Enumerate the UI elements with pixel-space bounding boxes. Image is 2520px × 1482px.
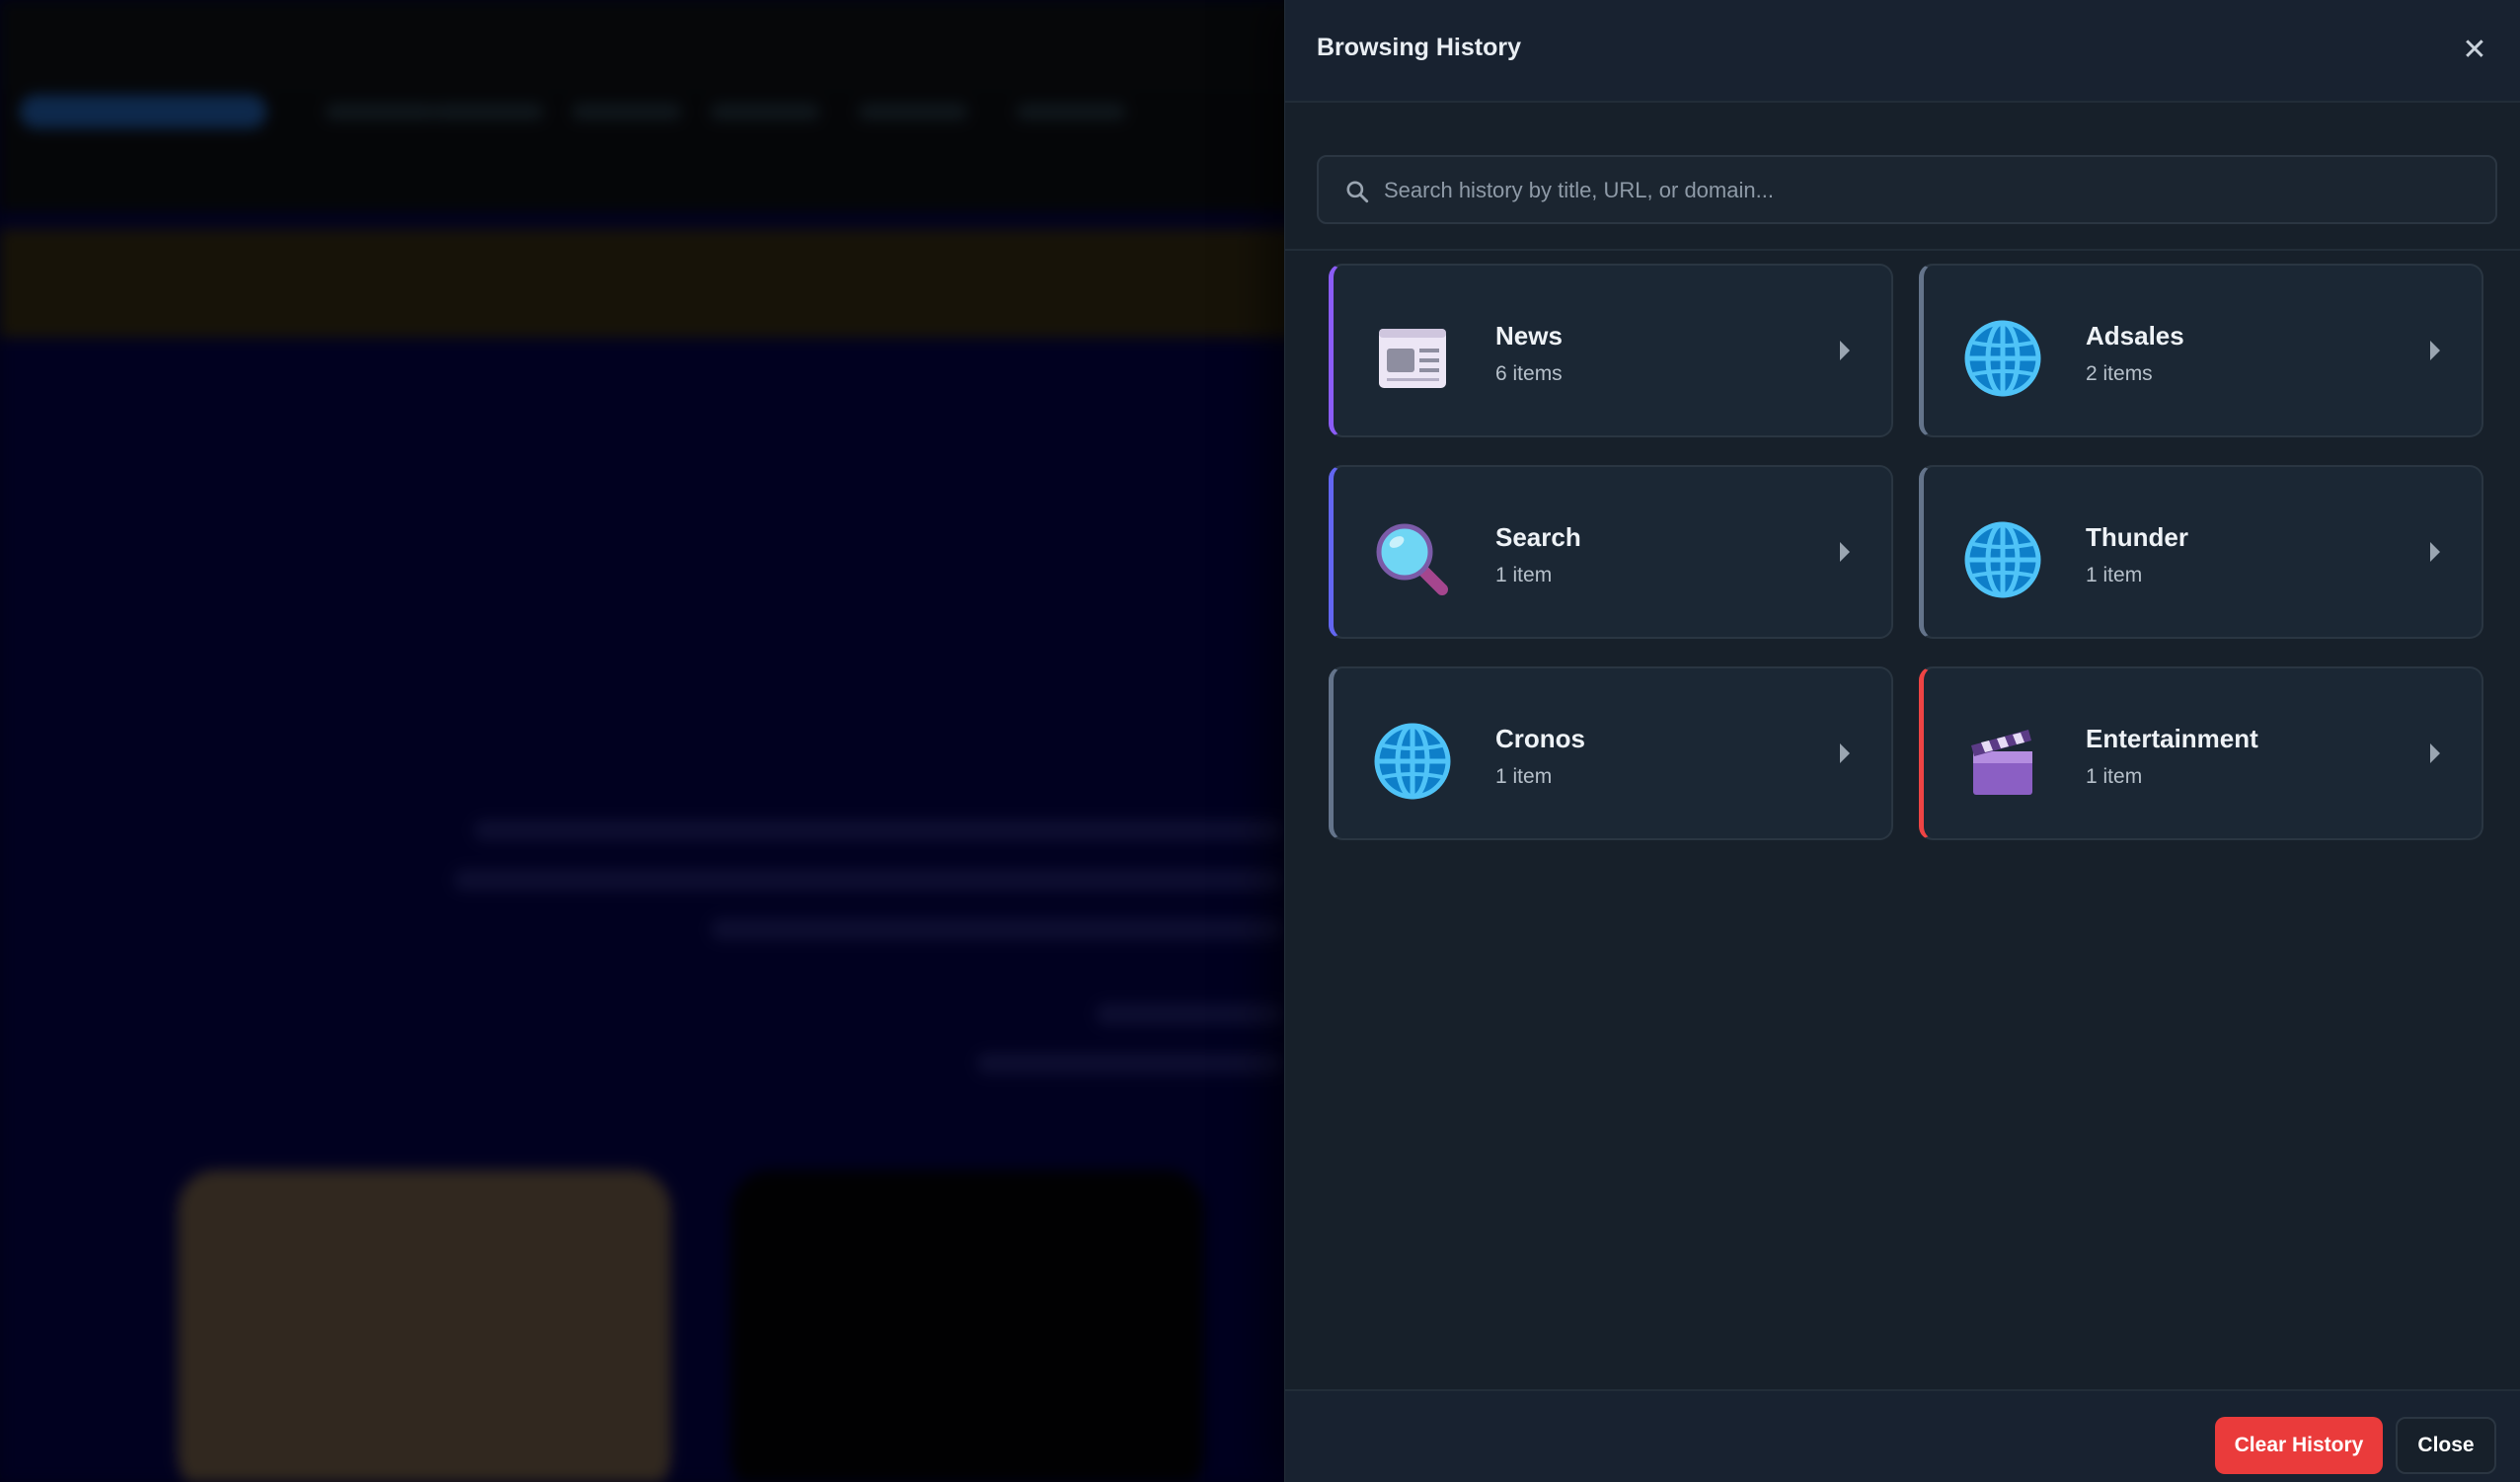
search-input[interactable] <box>1382 157 2482 224</box>
category-count: 1 item <box>1495 564 1553 586</box>
category-card-search[interactable]: Search 1 item <box>1329 465 1893 639</box>
category-title: Entertainment <box>2086 724 2258 753</box>
category-card-cronos[interactable]: Cronos 1 item <box>1329 666 1893 840</box>
chevron-right-icon <box>2430 743 2440 763</box>
category-count: 1 item <box>1495 765 1553 788</box>
category-title: Search <box>1495 522 1581 552</box>
backdrop-overlay[interactable] <box>0 0 1284 1482</box>
category-title: News <box>1495 321 1563 351</box>
chevron-right-icon <box>1840 341 1850 360</box>
drawer-title: Browsing History <box>1317 34 1521 61</box>
chevron-right-icon <box>2430 341 2440 360</box>
clear-history-button[interactable]: Clear History <box>2215 1417 2383 1474</box>
category-card-thunder[interactable]: Thunder 1 item <box>1919 465 2483 639</box>
category-title: Thunder <box>2086 522 2188 552</box>
category-title: Adsales <box>2086 321 2184 351</box>
globe-icon <box>1964 320 2041 397</box>
category-card-adsales[interactable]: Adsales 2 items <box>1919 264 2483 437</box>
drawer-footer: Clear History Close <box>1285 1389 2520 1482</box>
chevron-right-icon <box>2430 542 2440 562</box>
magnifier-icon <box>1376 523 1448 595</box>
chevron-right-icon <box>1840 542 1850 562</box>
search-box[interactable] <box>1317 155 2497 224</box>
category-count: 1 item <box>2086 765 2143 788</box>
close-button[interactable]: Close <box>2396 1417 2496 1474</box>
category-count: 2 items <box>2086 362 2153 385</box>
category-title: Cronos <box>1495 724 1585 753</box>
globe-icon <box>1964 521 2041 598</box>
category-count: 6 items <box>1495 362 1563 385</box>
category-count: 1 item <box>2086 564 2143 586</box>
globe-icon <box>1374 723 1451 800</box>
browsing-history-drawer: Browsing History ✕ News 6 items <box>1284 0 2520 1482</box>
chevron-right-icon <box>1840 743 1850 763</box>
category-card-news[interactable]: News 6 items <box>1329 264 1893 437</box>
search-icon <box>1346 181 1369 203</box>
category-card-entertainment[interactable]: Entertainment 1 item <box>1919 666 2483 840</box>
drawer-header: Browsing History ✕ <box>1285 0 2520 103</box>
divider <box>1285 249 2520 251</box>
newspaper-icon <box>1379 329 1446 388</box>
close-icon[interactable]: ✕ <box>2458 34 2491 67</box>
clapperboard-icon <box>1971 730 2032 795</box>
